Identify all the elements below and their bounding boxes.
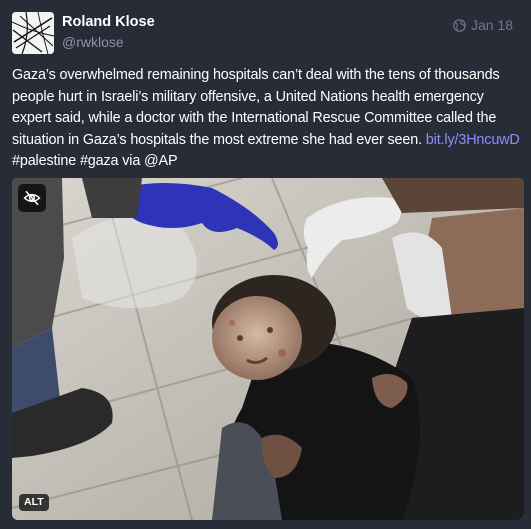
- hide-media-button[interactable]: [18, 184, 46, 212]
- account-handle[interactable]: @rwklose: [62, 32, 155, 52]
- post-content: Gaza’s overwhelmed remaining hospitals c…: [12, 65, 524, 173]
- avatar[interactable]: [12, 12, 54, 54]
- eye-slash-icon: [23, 190, 41, 206]
- avatar-image: [12, 12, 54, 54]
- globe-icon: [453, 18, 466, 32]
- post-date[interactable]: Jan 18: [471, 16, 513, 34]
- post-link[interactable]: bit.ly/3HncuwD: [426, 132, 520, 148]
- alt-text-badge[interactable]: ALT: [19, 494, 49, 511]
- media-attachment[interactable]: ALT: [12, 178, 524, 520]
- post-text-tail: #palestine #gaza via @AP: [12, 153, 178, 169]
- display-name[interactable]: Roland Klose: [62, 13, 155, 31]
- status-post: Roland Klose @rwklose Jan 18 Gaza’s over…: [0, 0, 531, 529]
- author-block[interactable]: Roland Klose @rwklose: [62, 13, 155, 52]
- attached-photo[interactable]: [12, 178, 524, 520]
- post-meta: Jan 18: [453, 16, 513, 34]
